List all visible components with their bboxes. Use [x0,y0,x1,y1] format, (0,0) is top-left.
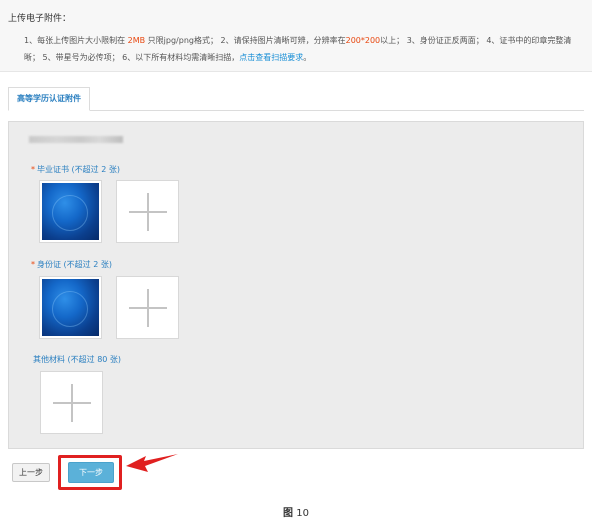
notice-text: 1、每张上传图片大小限制在 2MB 只限jpg/png格式； 2、请保持图片清晰… [24,32,586,66]
figure-caption: 图 10 [0,504,592,519]
uploaded-image [42,183,99,240]
prev-step-button[interactable]: 上一步 [12,463,50,482]
section-label-text: 身份证 (不超过 2 张) [37,260,112,269]
upload-notice: 上传电子附件： 1、每张上传图片大小限制在 2MB 只限jpg/png格式； 2… [0,0,592,72]
id-card-thumbnail[interactable] [39,276,102,339]
section-label-text: 其他材料 (不超过 80 张) [33,355,122,364]
annotation-arrow-icon [126,454,178,472]
section-label-id-card: * 身份证 (不超过 2 张) [31,259,112,270]
required-mark: * [31,165,35,174]
add-diploma-button[interactable] [116,180,179,243]
section-label-diploma: * 毕业证书 (不超过 2 张) [31,164,120,175]
annotation-highlight-box [58,455,122,490]
redacted-text [29,136,123,143]
diploma-thumbnail[interactable] [39,180,102,243]
upload-panel: * 毕业证书 (不超过 2 张) * 身份证 (不超过 2 张) 其他材料 (不超过… [8,121,584,449]
notice-title: 上传电子附件： [8,14,72,24]
add-id-card-button[interactable] [116,276,179,339]
caption-number: 10 [296,508,309,519]
size-limit: 2MB [127,36,146,45]
add-other-material-button[interactable] [40,371,103,434]
section-label-text: 毕业证书 (不超过 2 张) [37,165,120,174]
uploaded-image [42,279,99,336]
resolution-value: 200*200 [345,36,381,45]
scan-requirements-link[interactable]: 点击查看扫描要求 [239,53,303,62]
section-label-other: 其他材料 (不超过 80 张) [31,354,121,365]
tab-degree-attachments[interactable]: 高等学历认证附件 [8,87,90,111]
notice-part-2: 只限jpg/png格式； 2、请保持图片清晰可辨，分辨率在 [145,36,346,45]
notice-end: 。 [303,53,312,62]
notice-part-1: 1、每张上传图片大小限制在 [24,36,128,45]
tab-divider [8,110,584,111]
caption-prefix: 图 [283,508,294,519]
required-mark: * [31,260,35,269]
